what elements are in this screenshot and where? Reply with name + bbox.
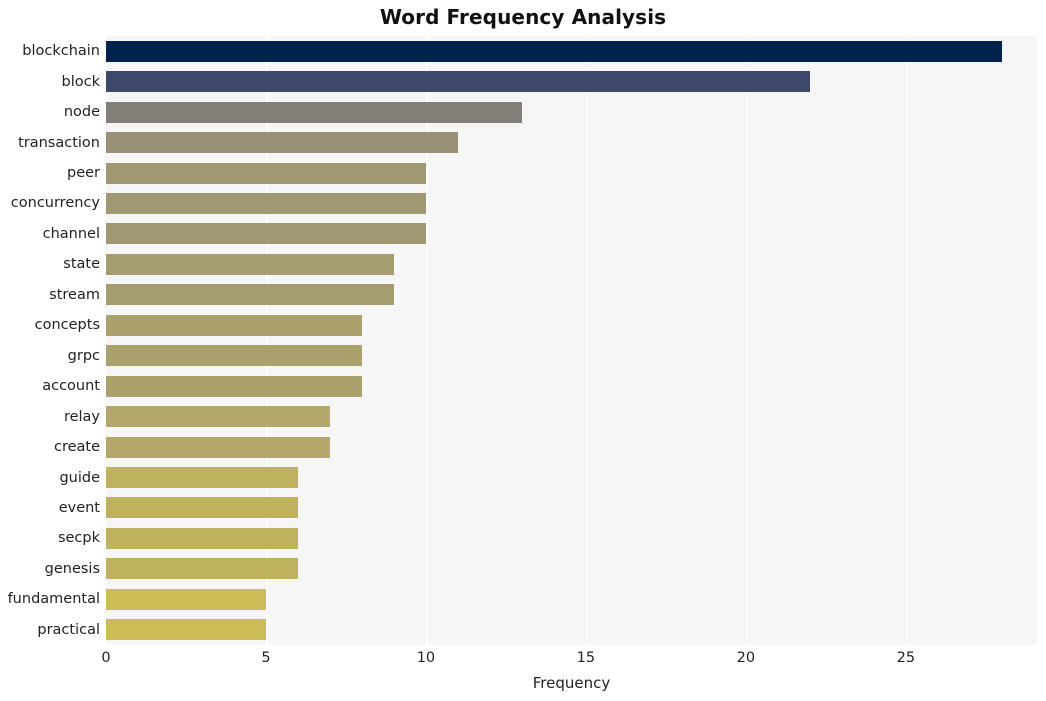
bar-event[interactable] [106,497,298,519]
y-tick-label-channel: channel [42,225,100,242]
y-tick-label-blockchain: blockchain [22,43,100,60]
bar-fundamental[interactable] [106,588,266,610]
bar-account[interactable] [106,375,362,397]
y-tick-label-secpk: secpk [57,530,100,547]
bar-concurrency[interactable] [106,192,426,214]
bar-node[interactable] [106,101,522,123]
y-tick-label-concurrency: concurrency [10,195,100,212]
bar-stream[interactable] [106,284,394,306]
y-tick-label-block: block [61,73,100,90]
word-frequency-bar-chart: Word Frequency Analysis blockchain block n… [0,0,1046,701]
x-axis-label: Frequency [532,674,611,692]
bar-concepts[interactable] [106,314,362,336]
y-tick-label-create: create [53,439,100,456]
bar-peer[interactable] [106,162,426,184]
y-axis-tick-labels: blockchain block node transaction peer concur… [0,36,100,645]
y-tick-label-concepts: concepts [34,317,100,334]
bar-genesis[interactable] [106,558,298,580]
bar-grpc[interactable] [106,345,362,367]
bars-container [106,36,1037,645]
x-tick-label-0: 0 [101,650,111,666]
x-tick-label-5: 5 [261,650,271,666]
y-tick-label-relay: relay [63,408,100,425]
x-axis-tick-labels: 0 5 10 15 20 25 [101,650,1037,672]
chart-title: Word Frequency Analysis [379,5,667,29]
bar-state[interactable] [106,253,394,275]
x-tick-label-25: 25 [896,650,916,666]
bar-blockchain[interactable] [106,40,1002,62]
bar-practical[interactable] [106,619,266,641]
y-tick-label-state: state [63,256,100,273]
y-tick-label-transaction: transaction [18,134,100,151]
plot-area [106,36,1037,645]
y-tick-label-node: node [63,104,100,121]
bar-create[interactable] [106,436,330,458]
y-tick-label-event: event [58,499,100,516]
bar-guide[interactable] [106,467,298,489]
y-tick-label-guide: guide [59,469,100,486]
y-tick-label-fundamental: fundamental [7,591,100,608]
y-tick-label-practical: practical [37,621,100,638]
y-tick-label-grpc: grpc [67,347,100,364]
y-tick-label-peer: peer [66,165,100,182]
x-tick-label-15: 15 [576,650,596,666]
x-tick-label-20: 20 [736,650,756,666]
x-tick-label-10: 10 [416,650,436,666]
bar-transaction[interactable] [106,132,458,154]
y-tick-label-genesis: genesis [44,560,100,577]
bar-relay[interactable] [106,406,330,428]
bar-secpk[interactable] [106,527,298,549]
y-tick-label-account: account [42,378,100,395]
bar-channel[interactable] [106,223,426,245]
bar-block[interactable] [106,71,810,93]
y-tick-label-stream: stream [49,286,100,303]
